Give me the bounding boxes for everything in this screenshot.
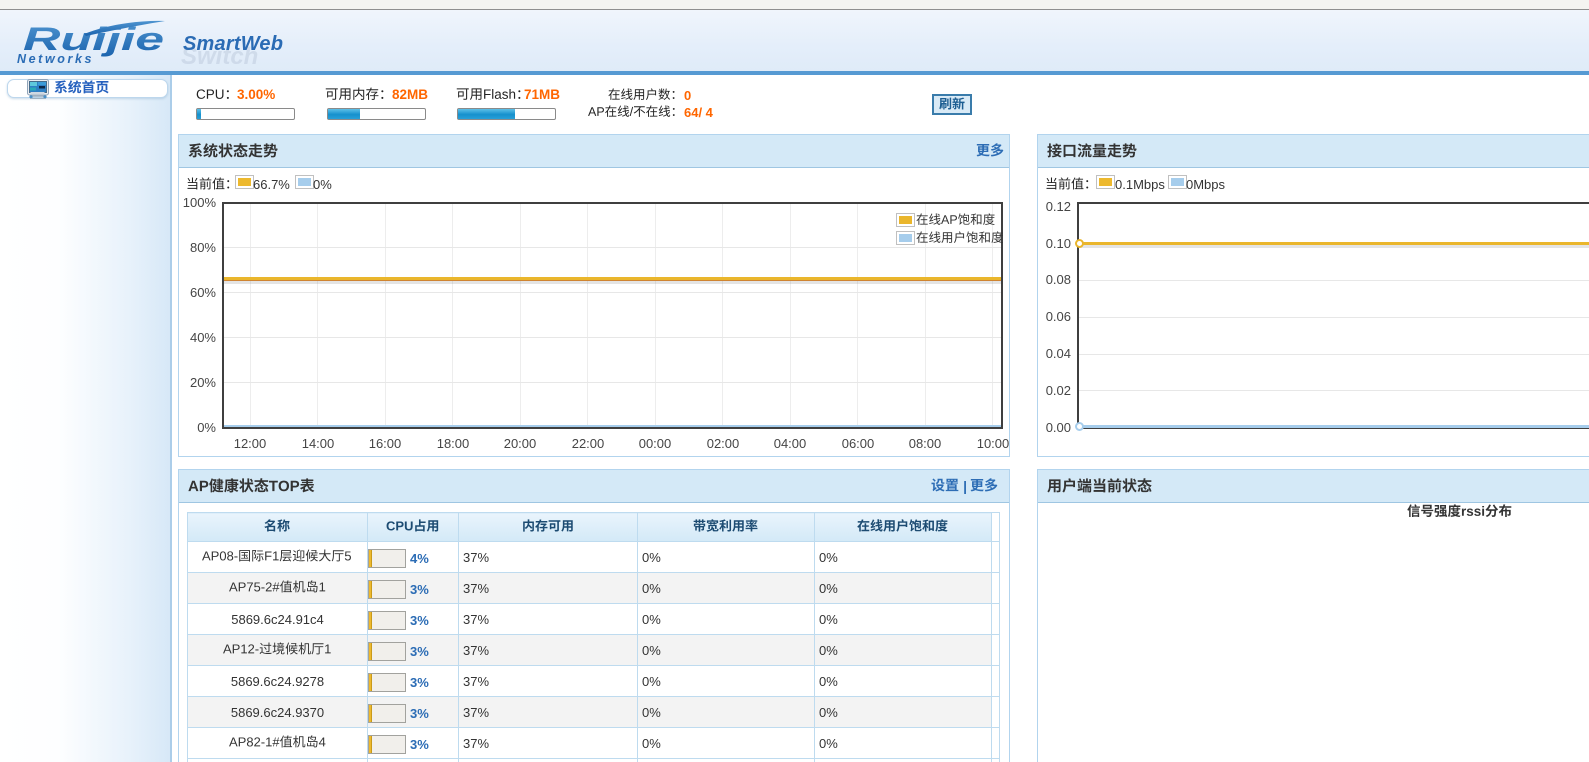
svg-text:Networks: Networks: [17, 52, 94, 66]
